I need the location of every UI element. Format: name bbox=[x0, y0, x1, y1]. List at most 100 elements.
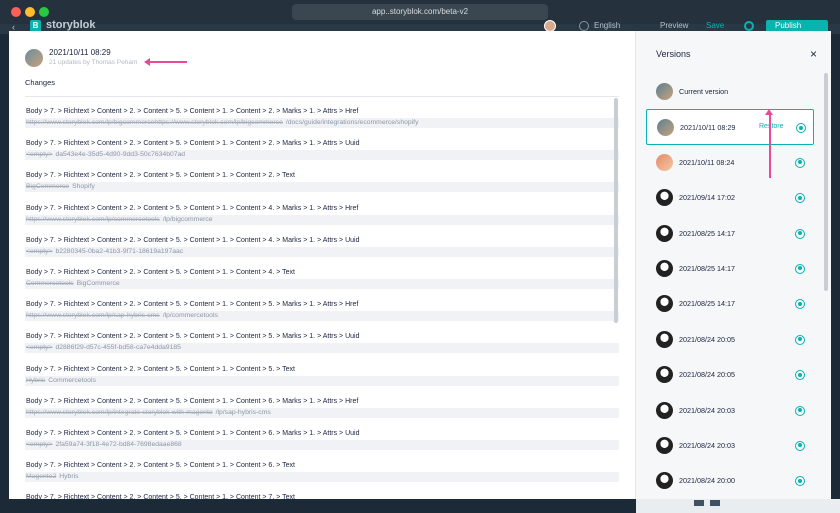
version-item[interactable]: Current version bbox=[646, 74, 814, 109]
version-item[interactable]: 2021/08/24 20:03 bbox=[646, 428, 814, 463]
change-values: <empty> da543e4e-35d5-4d90-9dd3-50c7634b0… bbox=[25, 150, 619, 161]
version-timestamp: 2021/08/24 20:05 bbox=[679, 370, 735, 380]
version-radio-icon[interactable] bbox=[795, 370, 805, 381]
new-value: 2fa59a74-3f18-4e72-bd84-7698edaae868 bbox=[55, 440, 182, 448]
version-author-avatar bbox=[656, 472, 673, 490]
version-item[interactable]: 2021/10/11 08:29 Restore bbox=[646, 109, 814, 145]
version-author-avatar bbox=[656, 295, 673, 313]
new-value: da543e4e-35d5-4d90-9dd3-50c7634b07ad bbox=[55, 151, 186, 159]
address-bar[interactable]: app..storyblok.com/beta-v2 bbox=[292, 4, 548, 20]
change-path: Body > 7. > Richtext > Content > 2. > Co… bbox=[26, 140, 360, 148]
annotation-arrow-left-icon bbox=[144, 58, 187, 65]
change-row: Body > 7. > Richtext > Content > 2. > Co… bbox=[25, 387, 619, 419]
version-radio-icon[interactable] bbox=[796, 123, 806, 134]
new-value: Commercetools bbox=[48, 376, 96, 384]
version-timestamp: 2021/08/25 14:17 bbox=[679, 263, 735, 273]
version-item[interactable]: 2021/10/11 08:24 bbox=[646, 145, 814, 180]
old-value: https://www.storyblok.com/lp/sap-hybris-… bbox=[26, 312, 160, 320]
version-timestamp: 2021/09/14 17:02 bbox=[679, 193, 735, 203]
version-subtitle: 21 updates by Thomas Peham bbox=[49, 59, 138, 66]
version-radio-icon[interactable] bbox=[795, 405, 805, 416]
old-value: Magento2 bbox=[26, 473, 57, 481]
zoom-window-icon[interactable] bbox=[39, 7, 49, 17]
version-author-avatar bbox=[656, 153, 673, 171]
preview-button[interactable]: Preview bbox=[660, 21, 688, 30]
version-radio-icon[interactable] bbox=[795, 440, 805, 451]
new-value: Shopify bbox=[72, 183, 95, 191]
version-timestamp: 2021/10/11 08:29 bbox=[680, 123, 736, 133]
change-path: Body > 7. > Richtext > Content > 2. > Co… bbox=[26, 494, 295, 499]
versions-scrollbar[interactable] bbox=[824, 73, 828, 291]
change-row: Body > 7. > Richtext > Content > 2. > Co… bbox=[25, 451, 619, 483]
old-value: Hybris bbox=[26, 376, 46, 384]
new-value: Hybris bbox=[59, 473, 79, 481]
change-values: Commercetools BigCommerce bbox=[25, 278, 619, 289]
version-item[interactable]: 2021/08/24 20:05 bbox=[646, 357, 814, 392]
version-author-avatar bbox=[656, 401, 673, 419]
new-value: d2886f29-d57c-455f-bd58-ca7e4dda9185 bbox=[55, 344, 181, 352]
version-timestamp: 2021/08/24 20:05 bbox=[679, 334, 735, 344]
changes-list[interactable]: Body > 7. > Richtext > Content > 2. > Co… bbox=[25, 96, 619, 499]
change-values: Magento2 Hybris bbox=[25, 472, 619, 483]
version-item[interactable]: 2021/08/25 14:17 bbox=[646, 251, 814, 286]
version-item[interactable]: 2021/08/24 20:00 bbox=[646, 463, 814, 498]
language-select[interactable]: English bbox=[594, 21, 620, 30]
version-radio-icon[interactable] bbox=[795, 228, 805, 239]
annotation-arrow-up-icon bbox=[766, 109, 772, 178]
change-values: <empty> b2280345-0ba2-41b3-9f71-18619a197… bbox=[25, 246, 619, 257]
version-author-avatar bbox=[656, 189, 673, 207]
version-timestamp: 2021/08/24 20:00 bbox=[679, 476, 735, 486]
background-block bbox=[710, 500, 720, 506]
change-row: Body > 7. > Richtext > Content > 2. > Co… bbox=[25, 161, 619, 193]
version-author-avatar bbox=[656, 83, 673, 100]
version-item[interactable]: 2021/08/24 20:03 bbox=[646, 393, 814, 428]
version-author-avatar bbox=[656, 224, 673, 242]
old-value: <empty> bbox=[26, 440, 53, 448]
change-row: Body > 7. > Richtext > Content > 2. > Co… bbox=[25, 97, 619, 129]
restore-button[interactable]: Restore bbox=[759, 123, 784, 130]
close-window-icon[interactable] bbox=[11, 7, 21, 17]
version-timestamp: 2021/10/11 08:24 bbox=[679, 157, 735, 167]
globe-icon bbox=[579, 21, 589, 31]
minimize-window-icon[interactable] bbox=[25, 7, 35, 17]
change-values: https://www.storyblok.com/lp/commercetoo… bbox=[25, 214, 619, 225]
version-radio-icon[interactable] bbox=[795, 263, 805, 274]
change-path: Body > 7. > Richtext > Content > 2. > Co… bbox=[26, 236, 360, 244]
close-icon[interactable]: × bbox=[810, 47, 817, 61]
change-row: Body > 7. > Richtext > Content > 2. > Co… bbox=[25, 258, 619, 290]
version-radio-icon[interactable] bbox=[795, 299, 805, 310]
old-value: <empty> bbox=[26, 344, 53, 352]
change-row: Body > 7. > Richtext > Content > 2. > Co… bbox=[25, 194, 619, 226]
save-button[interactable]: Save bbox=[706, 21, 724, 30]
old-value: https://www.storyblok.com/lp/bigcommerce… bbox=[26, 119, 283, 126]
new-value: /lp/sap-hybris-cms bbox=[215, 408, 271, 416]
change-row: Body > 7. > Richtext > Content > 2. > Co… bbox=[25, 226, 619, 258]
versions-list: Current version 2021/10/11 08:29 Restore 20… bbox=[646, 74, 814, 499]
author-avatar bbox=[25, 49, 43, 67]
eye-icon[interactable] bbox=[744, 21, 754, 31]
version-item[interactable]: 2021/08/25 14:17 bbox=[646, 286, 814, 321]
changes-scrollbar[interactable] bbox=[614, 98, 618, 323]
change-path: Body > 7. > Richtext > Content > 2. > Co… bbox=[26, 397, 359, 405]
change-values: Hybris Commercetools bbox=[25, 375, 619, 386]
version-radio-icon[interactable] bbox=[795, 193, 805, 204]
change-values: BigCommerce Shopify bbox=[25, 182, 619, 193]
version-item[interactable]: 2021/09/14 17:02 bbox=[646, 180, 814, 215]
version-timestamp: 2021/08/24 20:03 bbox=[679, 405, 735, 415]
change-path: Body > 7. > Richtext > Content > 2. > Co… bbox=[26, 268, 295, 276]
version-radio-icon[interactable] bbox=[795, 334, 805, 345]
version-item[interactable]: 2021/08/24 20:05 bbox=[646, 322, 814, 357]
old-value: https://www.storyblok.com/lp/commercetoo… bbox=[26, 215, 160, 223]
change-path: Body > 7. > Richtext > Content > 2. > Co… bbox=[26, 108, 359, 115]
change-row: Body > 7. > Richtext > Content > 2. > Co… bbox=[25, 419, 619, 451]
version-radio-icon[interactable] bbox=[795, 157, 805, 168]
change-path: Body > 7. > Richtext > Content > 2. > Co… bbox=[26, 172, 295, 180]
change-row: Body > 7. > Richtext > Content > 2. > Co… bbox=[25, 290, 619, 322]
version-item[interactable]: 2021/08/25 14:17 bbox=[646, 216, 814, 251]
versions-title: Versions bbox=[656, 49, 691, 59]
changes-pane: 2021/10/11 08:29 21 updates by Thomas Pe… bbox=[9, 31, 635, 499]
old-value: BigCommerce bbox=[26, 183, 70, 191]
version-radio-icon[interactable] bbox=[795, 476, 805, 487]
change-values: <empty> 2fa59a74-3f18-4e72-bd84-7698edaae… bbox=[25, 439, 619, 450]
old-value: <empty> bbox=[26, 151, 53, 159]
